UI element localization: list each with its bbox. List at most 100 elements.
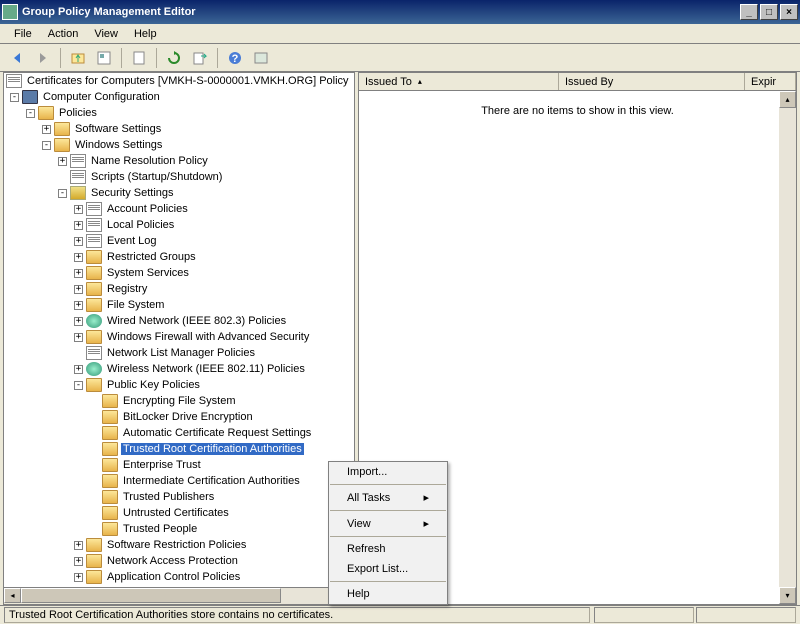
tree-item[interactable]: +Network Access Protection — [4, 553, 354, 569]
minimize-button[interactable]: _ — [740, 4, 758, 20]
tree-item[interactable]: Intermediate Certification Authorities — [4, 473, 354, 489]
close-button[interactable]: × — [780, 4, 798, 20]
tree-item[interactable]: Trusted People — [4, 521, 354, 537]
menu-file[interactable]: File — [6, 26, 40, 42]
tree-item[interactable]: +Account Policies — [4, 201, 354, 217]
folder-icon — [86, 266, 102, 280]
column-header-issued-to[interactable]: Issued To▴ — [359, 73, 559, 90]
refresh-button[interactable] — [163, 47, 185, 69]
title-bar: Group Policy Management Editor _ □ × — [0, 0, 800, 24]
expand-icon[interactable]: + — [74, 541, 83, 550]
tree-item[interactable]: BitLocker Drive Encryption — [4, 409, 354, 425]
expand-icon[interactable]: + — [74, 573, 83, 582]
collapse-icon[interactable]: - — [26, 109, 35, 118]
expand-icon[interactable]: + — [42, 125, 51, 134]
scroll-thumb[interactable] — [21, 588, 281, 603]
horizontal-scrollbar[interactable]: ◂ ▸ — [4, 587, 354, 604]
tree-item[interactable]: -Windows Settings — [4, 137, 354, 153]
up-button[interactable] — [67, 47, 89, 69]
tree-item[interactable]: +Software Settings — [4, 121, 354, 137]
expand-icon[interactable]: + — [74, 253, 83, 262]
help-button[interactable]: ? — [224, 47, 246, 69]
tree-item[interactable]: +Name Resolution Policy — [4, 153, 354, 169]
network-icon — [86, 314, 102, 328]
collapse-icon[interactable]: - — [42, 141, 51, 150]
expand-icon[interactable]: + — [74, 333, 83, 342]
collapse-icon[interactable]: - — [74, 381, 83, 390]
tree-item[interactable]: -Security Settings — [4, 185, 354, 201]
expand-icon[interactable]: + — [74, 285, 83, 294]
export-button[interactable] — [189, 47, 211, 69]
tree-item[interactable]: -Computer Configuration — [4, 89, 354, 105]
scroll-left-icon[interactable]: ◂ — [4, 588, 21, 603]
context-view[interactable]: View▸ — [329, 513, 447, 534]
collapse-icon[interactable]: - — [58, 189, 67, 198]
expand-icon[interactable]: + — [74, 237, 83, 246]
context-refresh[interactable]: Refresh — [329, 539, 447, 559]
tree-root[interactable]: Certificates for Computers [VMKH-S-00000… — [4, 73, 354, 89]
forward-button[interactable] — [32, 47, 54, 69]
tree-item[interactable]: Encrypting File System — [4, 393, 354, 409]
tree-view[interactable]: Certificates for Computers [VMKH-S-00000… — [4, 73, 354, 587]
context-all-tasks[interactable]: All Tasks▸ — [329, 487, 447, 508]
context-label: All Tasks — [347, 492, 390, 504]
options-button[interactable] — [93, 47, 115, 69]
tree-label: Restricted Groups — [105, 251, 198, 263]
tree-item[interactable]: + Local Policies — [4, 217, 354, 233]
tree-item[interactable]: Enterprise Trust — [4, 457, 354, 473]
column-header-expiration[interactable]: Expir — [745, 73, 796, 90]
context-help[interactable]: Help — [329, 584, 447, 604]
tree-item[interactable]: +Application Control Policies — [4, 569, 354, 585]
folder-icon — [86, 330, 102, 344]
tree-item[interactable]: -Public Key Policies — [4, 377, 354, 393]
expand-icon[interactable]: + — [74, 365, 83, 374]
tree-item[interactable]: +System Services — [4, 265, 354, 281]
expand-icon[interactable]: + — [74, 269, 83, 278]
window-title: Group Policy Management Editor — [22, 6, 738, 18]
tree-item[interactable]: +Event Log — [4, 233, 354, 249]
expand-icon[interactable]: + — [74, 557, 83, 566]
maximize-button[interactable]: □ — [760, 4, 778, 20]
tree-item[interactable]: Network List Manager Policies — [4, 345, 354, 361]
extra-button[interactable] — [250, 47, 272, 69]
menu-action[interactable]: Action — [40, 26, 87, 42]
tree-label: BitLocker Drive Encryption — [121, 411, 255, 423]
collapse-icon[interactable]: - — [10, 93, 19, 102]
tree-item-selected[interactable]: Trusted Root Certification Authorities — [4, 441, 354, 457]
tree-item[interactable]: +Software Restriction Policies — [4, 537, 354, 553]
tree-item[interactable]: +File System — [4, 297, 354, 313]
tree-item[interactable]: Scripts (Startup/Shutdown) — [4, 169, 354, 185]
context-import[interactable]: Import... — [329, 462, 447, 482]
expand-icon[interactable]: + — [74, 205, 83, 214]
tree-label: Trusted Root Certification Authorities — [121, 443, 304, 455]
scroll-down-icon[interactable]: ▾ — [779, 587, 796, 604]
tree-item[interactable]: Automatic Certificate Request Settings — [4, 425, 354, 441]
tree-item[interactable]: +Registry — [4, 281, 354, 297]
context-export[interactable]: Export List... — [329, 559, 447, 579]
expand-icon[interactable]: + — [74, 317, 83, 326]
scroll-track[interactable] — [779, 108, 796, 587]
scroll-up-icon[interactable]: ▴ — [779, 91, 796, 108]
tree-item[interactable]: Trusted Publishers — [4, 489, 354, 505]
expand-icon[interactable]: + — [74, 221, 83, 230]
tree-item[interactable]: -Policies — [4, 105, 354, 121]
policy-icon — [70, 154, 86, 168]
column-header-issued-by[interactable]: Issued By — [559, 73, 745, 90]
tree-item[interactable]: + Restricted Groups — [4, 249, 354, 265]
tree-item[interactable]: +Wireless Network (IEEE 802.11) Policies — [4, 361, 354, 377]
back-button[interactable] — [6, 47, 28, 69]
expand-icon[interactable]: + — [74, 301, 83, 310]
menu-help[interactable]: Help — [126, 26, 165, 42]
tree-label: Local Policies — [105, 219, 176, 231]
tree-label: Trusted People — [121, 523, 199, 535]
sort-asc-icon: ▴ — [418, 77, 422, 86]
submenu-arrow-icon: ▸ — [423, 517, 429, 530]
expand-icon[interactable]: + — [58, 157, 67, 166]
properties-button[interactable] — [128, 47, 150, 69]
menu-view[interactable]: View — [86, 26, 126, 42]
menu-separator — [330, 536, 446, 537]
tree-item[interactable]: +Windows Firewall with Advanced Security — [4, 329, 354, 345]
tree-item[interactable]: +Wired Network (IEEE 802.3) Policies — [4, 313, 354, 329]
vertical-scrollbar[interactable]: ▴ ▾ — [779, 91, 796, 604]
tree-item[interactable]: Untrusted Certificates — [4, 505, 354, 521]
